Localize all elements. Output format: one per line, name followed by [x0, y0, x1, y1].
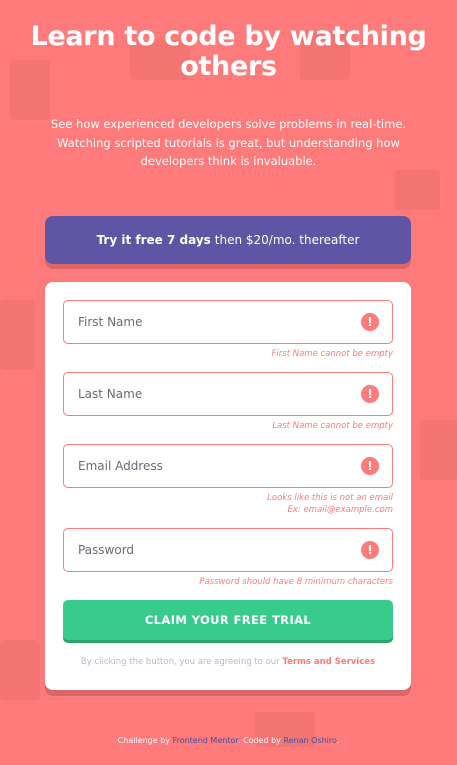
first-name-error: First Name cannot be empty — [271, 349, 393, 359]
terms-link[interactable]: Terms and Services — [282, 657, 375, 667]
page-title: Learn to code by watching others — [30, 21, 427, 82]
error-icon: ! — [361, 457, 379, 475]
trial-banner-text: then $20/mo. thereafter — [214, 233, 360, 247]
signup-form: ! First Name cannot be empty ! Last Name… — [45, 282, 411, 690]
attribution: Challenge by Frontend Mentor. Coded by R… — [0, 736, 457, 745]
error-icon: ! — [361, 313, 379, 331]
password-error: Password should have 8 minimum character… — [199, 577, 393, 587]
last-name-input[interactable] — [76, 373, 350, 415]
error-icon: ! — [361, 541, 379, 559]
bg-pattern-shape — [0, 640, 40, 700]
terms-prefix: By clicking the button, you are agreeing… — [80, 657, 280, 667]
attribution-middle: . Coded by — [237, 736, 281, 745]
email-error: Looks like this is not an email — [267, 493, 393, 503]
trial-banner: Try it free 7 days then $20/mo. thereaft… — [45, 216, 411, 264]
last-name-error: Last Name cannot be empty — [272, 421, 393, 431]
attribution-suffix: . — [336, 736, 340, 745]
attribution-prefix: Challenge by — [117, 736, 171, 745]
last-name-field: ! — [63, 372, 393, 416]
email-field: ! — [63, 444, 393, 488]
email-error-example: Ex: email@example.com — [287, 505, 394, 515]
page: Learn to code by watching others See how… — [0, 0, 457, 765]
email-input[interactable] — [76, 445, 350, 487]
bg-pattern-shape — [420, 420, 457, 480]
error-icon: ! — [361, 385, 379, 403]
bg-pattern-shape — [395, 170, 440, 210]
password-field: ! — [63, 528, 393, 572]
bg-pattern-shape — [0, 300, 35, 370]
password-input[interactable] — [76, 529, 350, 571]
terms-notice: By clicking the button, you are agreeing… — [45, 657, 411, 667]
trial-banner-bold: Try it free 7 days — [96, 233, 211, 247]
first-name-field: ! — [63, 300, 393, 344]
frontend-mentor-link[interactable]: Frontend Mentor — [173, 736, 238, 745]
page-description: See how experienced developers solve pro… — [50, 117, 407, 168]
author-link[interactable]: Renan Oshiro — [283, 736, 336, 745]
claim-free-trial-button[interactable]: CLAIM YOUR FREE TRIAL — [63, 600, 393, 640]
first-name-input[interactable] — [76, 301, 350, 343]
